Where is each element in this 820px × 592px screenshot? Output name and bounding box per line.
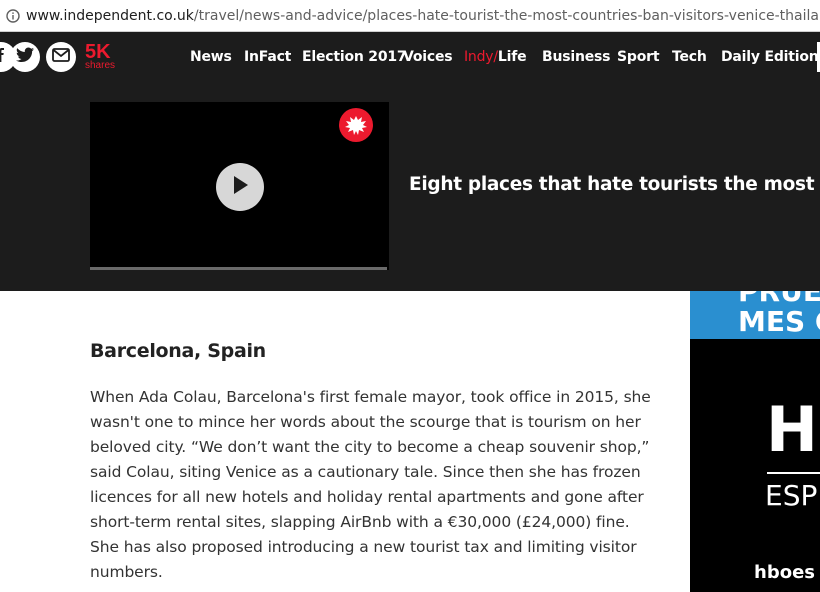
site-header: 5K shares News InFact Election 2017 Voic… [0, 32, 820, 82]
video-player[interactable] [90, 102, 389, 270]
nav-item-business[interactable]: Business [542, 32, 611, 82]
share-count: 5K shares [85, 42, 115, 71]
share-count-label: shares [85, 60, 116, 71]
ad-url: hboes [754, 562, 815, 583]
section-heading: Barcelona, Spain [90, 340, 266, 362]
play-icon [231, 175, 249, 200]
address-bar[interactable]: www.independent.co.uk/travel/news-and-ad… [0, 0, 820, 32]
video-progress-bar[interactable] [90, 267, 387, 270]
ad-divider [767, 472, 820, 474]
ad-top-line-2: MES G [738, 305, 820, 338]
nav-item-sport[interactable]: Sport [617, 32, 660, 82]
ad-subtitle: ESP [765, 479, 818, 512]
article-paragraph: When Ada Colau, Barcelona's first female… [90, 388, 651, 581]
video-promo-band: Eight places that hate tourists the most [0, 82, 820, 291]
url-host: www.independent.co.uk [26, 7, 194, 24]
advertisement[interactable]: PRUEMES G HB ESP hboes [690, 291, 820, 592]
nav-item-infact[interactable]: InFact [244, 32, 291, 82]
article-section: Barcelona, Spain When Ada Colau, Barcelo… [90, 340, 670, 585]
email-icon [52, 47, 70, 67]
url-path: /travel/news-and-advice/places-hate-tour… [193, 7, 820, 24]
ad-top-text: PRUEMES G [738, 291, 820, 337]
nav-item-election-2017[interactable]: Election 2017 [302, 32, 407, 82]
play-button[interactable] [216, 163, 264, 211]
twitter-share-button[interactable] [10, 42, 40, 72]
nav-item-life-label: Life [497, 49, 527, 65]
facebook-icon [0, 47, 8, 67]
nav-item-indy-prefix: Indy/ [464, 49, 498, 65]
nav-item-news[interactable]: News [190, 32, 232, 82]
nav-item-tech[interactable]: Tech [672, 32, 707, 82]
video-title[interactable]: Eight places that hate tourists the most [409, 174, 815, 195]
url-text[interactable]: www.independent.co.uk/travel/news-and-ad… [26, 8, 820, 24]
nav-item-voices[interactable]: Voices [403, 32, 453, 82]
info-icon[interactable] [6, 8, 20, 23]
twitter-icon [16, 47, 34, 68]
ad-banner-top: PRUEMES G [690, 291, 820, 339]
ad-brand-logo: HB [766, 393, 820, 466]
email-share-button[interactable] [46, 42, 76, 72]
nav-item-daily-edition[interactable]: Daily Edition [721, 32, 819, 82]
share-count-number: 5K [85, 41, 111, 63]
nav-item-indy-life[interactable]: Indy/Life [464, 32, 527, 82]
independent-eagle-icon [339, 108, 373, 142]
